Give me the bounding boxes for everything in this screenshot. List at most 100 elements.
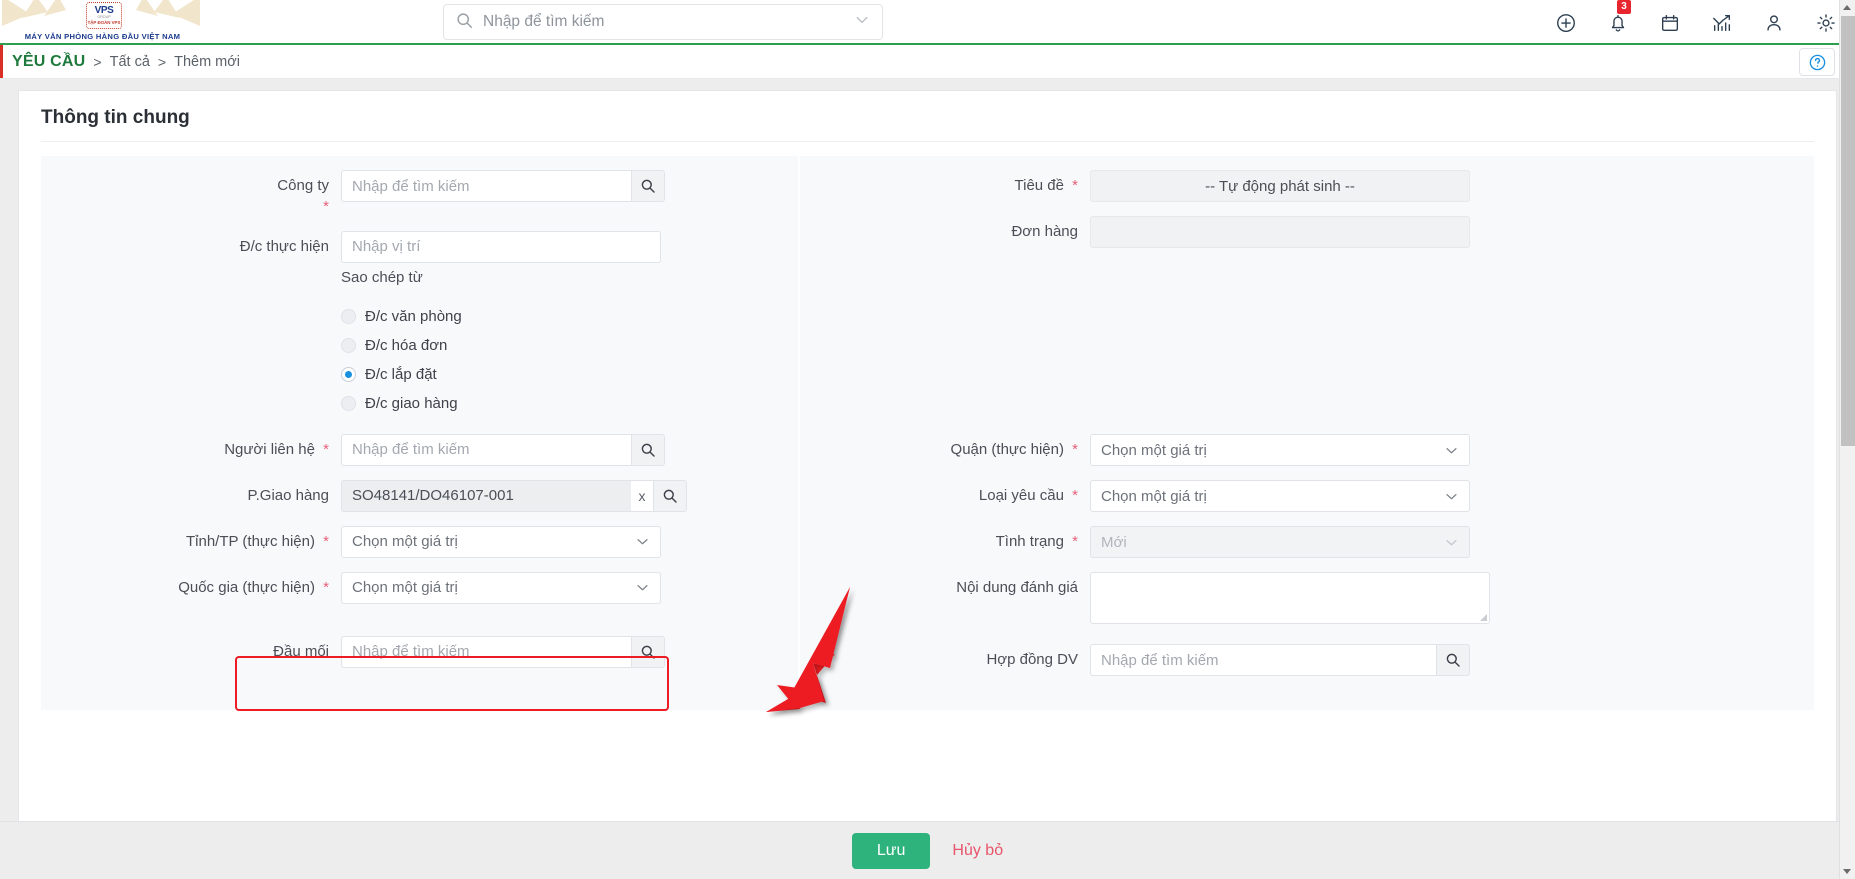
global-search-placeholder[interactable]: Nhập để tìm kiếm bbox=[483, 13, 854, 31]
field-row-quan: Quận (thực hiện) * Chọn một giá trị bbox=[800, 434, 1814, 466]
field-row-quoc-gia: Quốc gia (thực hiện) * Chọn một giá trị bbox=[41, 571, 798, 604]
label-tieu-de-text: Tiêu đề bbox=[1014, 177, 1064, 194]
label-dau-moi: Đầu mối bbox=[273, 642, 329, 660]
quan-select-value: Chọn một giá trị bbox=[1101, 441, 1207, 459]
breadcrumb-item-tat-ca[interactable]: Tất cả bbox=[110, 54, 150, 70]
search-icon bbox=[663, 489, 677, 503]
cong-ty-input[interactable]: Nhập để tìm kiếm bbox=[341, 170, 631, 202]
required-marker-tieu-de: * bbox=[1072, 177, 1078, 194]
nguoi-lien-he-search-button[interactable] bbox=[631, 433, 665, 466]
cong-ty-search-button[interactable] bbox=[631, 170, 665, 202]
form-columns: Công ty * Nhập để tìm kiếm Đ/c thực hiện… bbox=[41, 156, 1814, 710]
dau-moi-search-button[interactable] bbox=[631, 635, 665, 668]
radio-label-dc-lap-dat: Đ/c lắp đặt bbox=[365, 365, 437, 383]
radio-dc-van-phong[interactable]: Đ/c văn phòng bbox=[341, 308, 661, 325]
search-group-hop-dong-dv: Nhập để tìm kiếm bbox=[1090, 644, 1470, 676]
required-marker-cong-ty: * bbox=[323, 197, 329, 215]
required-marker-quoc-gia: * bbox=[323, 578, 329, 596]
p-giao-hang-clear-button[interactable]: x bbox=[631, 479, 653, 512]
hop-dong-dv-search-button[interactable] bbox=[1436, 644, 1470, 676]
required-marker-tinh-tp: * bbox=[323, 532, 329, 550]
label-quan-text: Quận (thực hiện) bbox=[950, 441, 1064, 458]
label-quan: Quận (thực hiện) * bbox=[800, 434, 1090, 460]
tinh-tp-select[interactable]: Chọn một giá trị bbox=[341, 525, 661, 558]
label-don-hang: Đơn hàng bbox=[1011, 223, 1078, 240]
gear-icon[interactable] bbox=[1815, 12, 1837, 34]
save-button[interactable]: Lưu bbox=[851, 832, 931, 869]
field-dc-thuc-hien: Nhập vị trí Sao chép từ Đ/c văn phòng Đ/… bbox=[341, 230, 661, 424]
radio-label-dc-giao-hang: Đ/c giao hàng bbox=[365, 394, 458, 412]
chevron-down-icon bbox=[1444, 535, 1459, 550]
quoc-gia-select-value: Chọn một giá trị bbox=[352, 579, 458, 596]
logo-tagline: MÁY VĂN PHÒNG HÀNG ĐẦU VIỆT NAM bbox=[24, 32, 181, 41]
breadcrumb-item-them-moi[interactable]: Thêm mới bbox=[174, 54, 240, 70]
field-cong-ty: Nhập để tìm kiếm bbox=[341, 170, 665, 202]
radio-dc-hoa-don[interactable]: Đ/c hóa đơn bbox=[341, 337, 661, 354]
logo-badge-tap: TẬP ĐOÀN VPS bbox=[87, 19, 121, 25]
hop-dong-dv-input[interactable]: Nhập để tìm kiếm bbox=[1090, 644, 1436, 676]
quoc-gia-select[interactable]: Chọn một giá trị bbox=[341, 571, 661, 604]
sao-chep-tu-label: Sao chép từ bbox=[341, 268, 423, 286]
tieu-de-readonly: -- Tự động phát sinh -- bbox=[1090, 170, 1470, 202]
field-row-loai-yeu-cau: Loại yêu cầu * Chọn một giá trị bbox=[800, 480, 1814, 512]
user-icon[interactable] bbox=[1763, 12, 1785, 34]
help-circle-icon bbox=[1809, 54, 1825, 70]
label-dc-thuc-hien: Đ/c thực hiện bbox=[239, 237, 329, 255]
calendar-icon[interactable] bbox=[1659, 12, 1681, 34]
radio-dot-dc-hoa-don[interactable] bbox=[341, 337, 356, 353]
label-tinh-trang: Tình trạng * bbox=[800, 526, 1090, 552]
loai-yeu-cau-select-value: Chọn một giá trị bbox=[1101, 487, 1207, 505]
dau-moi-input[interactable]: Nhập để tìm kiếm bbox=[341, 635, 631, 668]
cancel-button[interactable]: Hủy bỏ bbox=[952, 842, 1003, 860]
label-nguoi-lien-he-text: Người liên hệ bbox=[224, 440, 315, 458]
search-icon bbox=[456, 12, 473, 33]
p-giao-hang-search-button[interactable] bbox=[653, 479, 687, 512]
label-cong-ty-text: Công ty bbox=[277, 177, 329, 194]
scrollbar-thumb[interactable] bbox=[1841, 16, 1855, 446]
required-marker-tinh-trang: * bbox=[1072, 533, 1078, 550]
breadcrumb-root[interactable]: YÊU CẦU bbox=[12, 53, 85, 71]
breadcrumb-separator: > bbox=[93, 53, 102, 70]
page-title: Thông tin chung bbox=[41, 107, 1814, 142]
nguoi-lien-he-input[interactable]: Nhập để tìm kiếm bbox=[341, 433, 631, 466]
field-row-cong-ty: Công ty * Nhập để tìm kiếm bbox=[41, 170, 798, 217]
field-row-hop-dong-dv: Hợp đồng DV Nhập để tìm kiếm bbox=[800, 644, 1814, 676]
radio-dc-lap-dat[interactable]: Đ/c lắp đặt bbox=[341, 366, 661, 383]
page-body: Thông tin chung Công ty * Nhập để tìm ki… bbox=[0, 79, 1855, 879]
add-circle-icon[interactable] bbox=[1555, 12, 1577, 34]
chart-icon[interactable] bbox=[1711, 12, 1733, 34]
global-search-box[interactable]: Nhập để tìm kiếm bbox=[443, 4, 883, 40]
field-row-nguoi-lien-he: Người liên hệ * Nhập để tìm kiếm bbox=[41, 433, 798, 466]
label-cong-ty: Công ty * bbox=[41, 170, 341, 217]
scroll-up-arrow-icon[interactable] bbox=[1843, 5, 1851, 10]
label-quoc-gia-text: Quốc gia (thực hiện) bbox=[178, 578, 315, 596]
field-row-p-giao-hang: P.Giao hàng SO48141/DO46107-001 x bbox=[41, 479, 798, 512]
radio-dc-giao-hang[interactable]: Đ/c giao hàng bbox=[341, 395, 661, 412]
p-giao-hang-input[interactable]: SO48141/DO46107-001 bbox=[341, 479, 631, 512]
vertical-scrollbar[interactable] bbox=[1839, 0, 1855, 879]
radio-dot-dc-van-phong[interactable] bbox=[341, 308, 356, 324]
search-group-dau-moi: Nhập để tìm kiếm bbox=[341, 635, 665, 668]
search-icon bbox=[641, 645, 655, 659]
help-button[interactable] bbox=[1799, 48, 1835, 76]
quan-select[interactable]: Chọn một giá trị bbox=[1090, 434, 1470, 466]
chevron-down-icon bbox=[635, 534, 650, 549]
label-tinh-trang-text: Tình trạng bbox=[995, 533, 1064, 550]
bell-icon[interactable]: 3 bbox=[1607, 0, 1631, 34]
radio-dot-dc-lap-dat[interactable] bbox=[341, 366, 356, 382]
tinh-tp-select-value: Chọn một giá trị bbox=[352, 533, 458, 550]
scroll-down-arrow-icon[interactable] bbox=[1843, 869, 1851, 874]
form-right-column: Tiêu đề * -- Tự động phát sinh -- Đơn hà… bbox=[800, 156, 1814, 710]
radio-dot-dc-giao-hang[interactable] bbox=[341, 395, 356, 411]
app-header: VPS GROUP TẬP ĐOÀN VPS MÁY VĂN PHÒNG HÀN… bbox=[0, 0, 1855, 45]
label-tinh-tp-text: Tỉnh/TP (thực hiện) bbox=[186, 532, 315, 550]
chevron-down-icon[interactable] bbox=[854, 12, 870, 32]
company-logo[interactable]: VPS GROUP TẬP ĐOÀN VPS MÁY VĂN PHÒNG HÀN… bbox=[0, 0, 205, 43]
notification-badge: 3 bbox=[1617, 0, 1631, 14]
sao-chep-tu-radio-group: Đ/c văn phòng Đ/c hóa đơn Đ/c lắp đặt Đ/… bbox=[341, 308, 661, 412]
loai-yeu-cau-select[interactable]: Chọn một giá trị bbox=[1090, 480, 1470, 512]
noi-dung-danh-gia-textarea[interactable] bbox=[1090, 572, 1490, 624]
dc-thuc-hien-input[interactable]: Nhập vị trí bbox=[341, 230, 661, 263]
required-marker-quan: * bbox=[1072, 441, 1078, 458]
required-marker-loai-yeu-cau: * bbox=[1072, 487, 1078, 504]
